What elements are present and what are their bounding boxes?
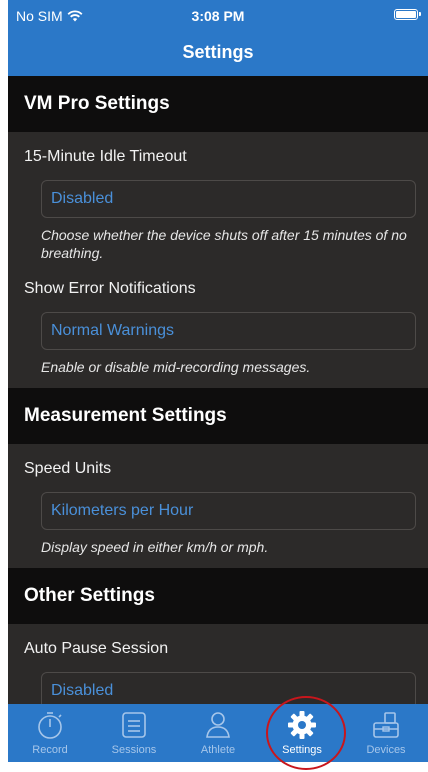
error-notifications-hint: Enable or disable mid-recording messages… [41,359,311,375]
sessions-list-icon [122,712,146,738]
tab-athlete[interactable]: Athlete [176,704,260,762]
top-bar: No SIM 3:08 PM Settings [8,0,428,76]
athlete-person-icon [206,712,230,738]
error-notifications-select[interactable]: Normal Warnings [41,312,416,350]
tab-record[interactable]: Record [8,704,92,762]
tab-devices[interactable]: Devices [344,704,428,762]
devices-icon [373,712,399,738]
tab-bar: Record Sessions Athlete Settings Devices [8,704,428,762]
tab-label: Record [32,744,68,756]
record-timer-icon [38,712,62,739]
section-header-other: Other Settings [8,568,428,624]
section-header-measurement: Measurement Settings [8,388,428,444]
section-header-vm-pro: VM Pro Settings [8,76,428,132]
tab-label: Athlete [200,744,236,756]
setting-label: 15-Minute Idle Timeout [24,148,187,165]
tab-label: Devices [366,744,406,756]
setting-error-notifications: Show Error Notifications [8,276,428,304]
section-body-other: Auto Pause Session Disabled [8,624,428,704]
setting-speed-units: Speed Units [8,456,428,484]
setting-label: Speed Units [24,460,112,477]
section-body-vm-pro: 15-Minute Idle Timeout Disabled Choose w… [8,132,428,388]
page-title: Settings [182,42,254,62]
idle-timeout-hint: Choose whether the device shuts off afte… [41,227,407,261]
setting-label: Show Error Notifications [24,280,196,297]
idle-timeout-select[interactable]: Disabled [41,180,416,218]
speed-units-hint: Display speed in either km/h or mph. [41,539,269,555]
setting-label: Auto Pause Session [24,640,169,657]
tab-label: Settings [282,744,322,756]
speed-units-select[interactable]: Kilometers per Hour [41,492,416,530]
settings-scroll-area[interactable]: VM Pro Settings 15-Minute Idle Timeout D… [8,76,428,704]
auto-pause-select[interactable]: Disabled [41,672,416,704]
tab-settings[interactable]: Settings [260,704,344,762]
status-time: 3:08 PM [191,8,245,24]
tab-sessions[interactable]: Sessions [92,704,176,762]
tab-label: Sessions [111,744,157,756]
battery-icon [394,9,421,20]
app-frame: No SIM 3:08 PM Settings VM Pro Settings … [8,0,428,762]
section-body-measurement: Speed Units Kilometers per Hour Display … [8,444,428,568]
setting-auto-pause: Auto Pause Session [8,636,428,664]
setting-idle-timeout: 15-Minute Idle Timeout [8,144,428,172]
gear-icon [288,711,316,739]
status-bar: No SIM 3:08 PM [8,0,428,30]
